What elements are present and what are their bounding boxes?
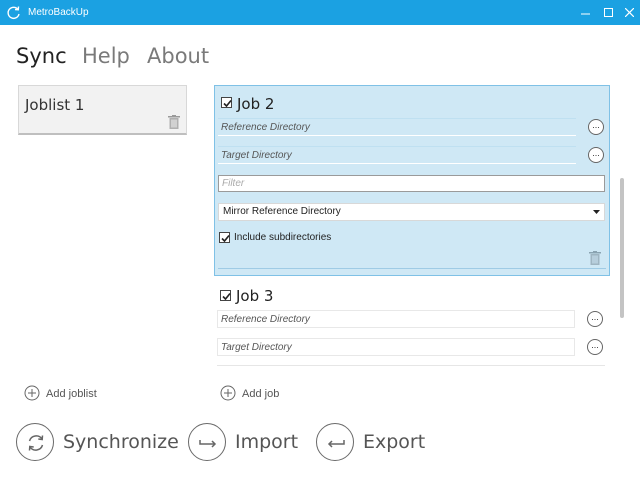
joblist-item[interactable]: Joblist 1: [18, 85, 187, 135]
job-panel[interactable]: Job 3 Reference Directory ... Target Dir…: [214, 282, 610, 366]
import-circle: [188, 423, 226, 461]
job-enabled-checkbox[interactable]: [221, 97, 232, 108]
browse-reference-button[interactable]: ...: [587, 311, 603, 327]
job-name: Job 2: [237, 95, 275, 113]
minimize-icon: [580, 13, 590, 15]
sync-icon: [28, 435, 44, 451]
close-button[interactable]: [618, 0, 640, 25]
browse-reference-button[interactable]: ...: [588, 119, 604, 135]
job-name: Job 3: [236, 287, 274, 305]
menu-help[interactable]: Help: [82, 44, 130, 68]
close-icon: [624, 7, 634, 18]
checkmark-icon: [223, 99, 232, 108]
maximize-button[interactable]: [597, 0, 619, 25]
browse-target-button[interactable]: ...: [588, 147, 604, 163]
maximize-icon: [603, 8, 613, 17]
export-button[interactable]: Export: [316, 423, 436, 463]
sync-mode-select[interactable]: Mirror Reference Directory: [218, 203, 605, 221]
menu-about[interactable]: About: [147, 44, 209, 68]
import-button[interactable]: Import: [188, 423, 308, 463]
target-directory-field[interactable]: Target Directory: [218, 146, 576, 164]
joblist-name: Joblist 1: [25, 96, 85, 114]
reference-directory-field[interactable]: Reference Directory: [218, 118, 576, 136]
job-separator: [218, 268, 606, 269]
add-icon: [220, 385, 236, 401]
dropdown-arrow-icon: [593, 210, 600, 214]
add-joblist-button[interactable]: Add joblist: [24, 385, 134, 403]
add-icon: [24, 385, 40, 401]
export-label: Export: [363, 431, 426, 453]
job-enabled-checkbox[interactable]: [220, 290, 231, 301]
include-subdirectories-label: Include subdirectories: [234, 232, 332, 243]
export-circle: [316, 423, 354, 461]
add-job-label: Add job: [242, 388, 280, 400]
reference-directory-field[interactable]: Reference Directory: [217, 310, 575, 328]
delete-job-icon[interactable]: [589, 251, 601, 265]
delete-joblist-icon[interactable]: [168, 115, 180, 129]
export-arrow-icon: [327, 440, 345, 448]
synchronize-label: Synchronize: [63, 431, 179, 453]
window-title: MetroBackUp: [28, 7, 89, 18]
target-directory-field[interactable]: Target Directory: [217, 338, 575, 356]
synchronize-circle: [16, 423, 54, 461]
minimize-button[interactable]: [574, 0, 596, 25]
import-arrow-icon: [199, 440, 217, 448]
job-separator: [217, 365, 605, 366]
sync-mode-value: Mirror Reference Directory: [223, 206, 341, 217]
filter-input[interactable]: Filter: [218, 175, 605, 192]
add-job-button[interactable]: Add job: [220, 385, 310, 403]
sync-app-icon: [7, 6, 20, 20]
import-label: Import: [235, 431, 299, 453]
browse-target-button[interactable]: ...: [587, 339, 603, 355]
jobs-scrollbar[interactable]: [620, 178, 624, 318]
add-joblist-label: Add joblist: [46, 388, 97, 400]
menu-sync[interactable]: Sync: [16, 44, 67, 68]
include-subdirectories-checkbox[interactable]: [219, 232, 230, 243]
checkmark-icon: [221, 234, 230, 243]
synchronize-button[interactable]: Synchronize: [16, 423, 179, 463]
title-bar: MetroBackUp: [0, 0, 640, 25]
checkmark-icon: [222, 292, 231, 301]
job-panel-selected[interactable]: Job 2 Reference Directory ... Target Dir…: [214, 85, 610, 276]
